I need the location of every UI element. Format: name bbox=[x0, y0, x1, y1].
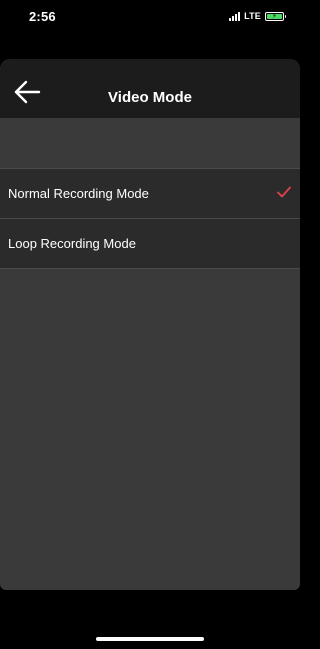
settings-panel: Video Mode Normal Recording Mode Loop Re… bbox=[0, 59, 300, 590]
option-normal-recording[interactable]: Normal Recording Mode bbox=[0, 169, 300, 219]
signal-icon bbox=[229, 11, 241, 21]
navigation-bar: Video Mode bbox=[0, 59, 300, 118]
page-title: Video Mode bbox=[108, 89, 192, 106]
checkmark-icon bbox=[277, 186, 291, 198]
network-type: LTE bbox=[244, 11, 261, 21]
option-label: Loop Recording Mode bbox=[8, 236, 136, 251]
phone-screen: 2:56 LTE ⚡ Video Mode Normal Recording M… bbox=[0, 0, 300, 649]
section-header-spacer bbox=[0, 118, 300, 169]
status-bar: 2:56 LTE ⚡ bbox=[0, 0, 300, 34]
home-indicator bbox=[96, 637, 204, 641]
battery-icon: ⚡ bbox=[265, 11, 286, 21]
status-indicators: LTE ⚡ bbox=[229, 11, 286, 21]
charging-bolt-icon: ⚡ bbox=[272, 12, 277, 20]
option-label: Normal Recording Mode bbox=[8, 186, 149, 201]
option-loop-recording[interactable]: Loop Recording Mode bbox=[0, 219, 300, 269]
status-time: 2:56 bbox=[29, 9, 56, 24]
